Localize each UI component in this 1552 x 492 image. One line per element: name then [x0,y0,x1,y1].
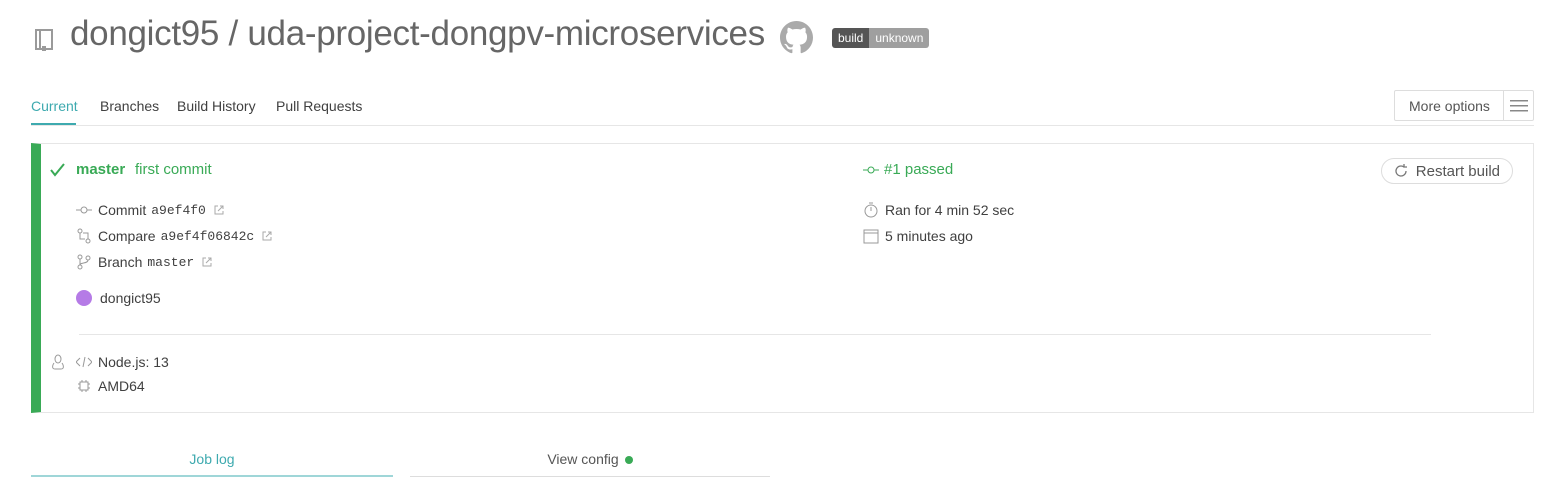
commit-icon [76,202,92,218]
language-text: Node.js: 13 [98,354,169,370]
tab-branches[interactable]: Branches [100,98,159,114]
job-log-label: Job log [189,451,235,467]
duration-row: Ran for 4 min 52 sec [863,202,1014,218]
tab-current[interactable]: Current [31,98,78,114]
cpu-icon [76,378,92,394]
build-number-status[interactable]: #1 passed [863,161,953,178]
status-dot [624,456,633,465]
tab-view-config[interactable]: View config [410,451,770,477]
compare-icon [76,228,92,244]
commit-message: first commit [135,161,212,178]
commit-icon [863,166,879,173]
author-name[interactable]: dongict95 [100,290,161,306]
repo-icon [33,28,55,52]
calendar-icon [863,228,879,244]
repo-tabs: Current Branches Build History Pull Requ… [31,90,1534,126]
branch-label: Branch [98,254,143,270]
more-options-label: More options [1409,97,1490,114]
compare-label: Compare [98,228,156,244]
code-icon [76,354,92,370]
author-row[interactable]: dongict95 [76,290,161,306]
branch-icon [76,254,92,270]
check-icon [49,162,65,183]
tab-pull-requests[interactable]: Pull Requests [276,98,362,114]
external-link-icon[interactable] [214,205,224,215]
badge-value: unknown [869,28,930,48]
more-options-button[interactable]: More options [1394,90,1534,121]
build-card: master first commit Commit a9ef4f0 Compa… [31,143,1534,413]
commit-label: Commit [98,202,147,218]
tab-job-log[interactable]: Job log [31,451,393,477]
branch-name[interactable]: master [76,161,125,178]
linux-icon [51,354,65,375]
build-status-badge[interactable]: build unknown [832,28,930,48]
restart-build-button[interactable]: Restart build [1380,158,1513,184]
compare-row[interactable]: Compare a9ef4f06842c [76,228,272,244]
finished-text: 5 minutes ago [885,228,973,244]
restart-build-label: Restart build [1415,162,1500,180]
stopwatch-icon [863,202,879,218]
branch-value[interactable]: master [147,255,194,270]
avatar [76,290,92,306]
compare-sha[interactable]: a9ef4f06842c [161,229,255,244]
finished-row: 5 minutes ago [863,228,973,244]
hamburger-icon [1503,91,1533,120]
arch-text: AMD64 [98,378,145,394]
restart-icon [1395,164,1407,177]
commit-sha[interactable]: a9ef4f0 [151,203,206,218]
external-link-icon[interactable] [262,231,272,241]
badge-label: build [832,28,870,48]
repo-title[interactable]: dongict95 / uda-project-dongpv-microserv… [70,14,765,54]
commit-row[interactable]: Commit a9ef4f0 [76,202,224,218]
divider [79,334,1431,335]
branch-row[interactable]: Branch master [76,254,212,270]
language-row: Node.js: 13 [76,354,169,370]
tab-build-history[interactable]: Build History [177,98,256,114]
duration-text: Ran for 4 min 52 sec [885,202,1015,218]
github-icon[interactable] [780,21,813,54]
external-link-icon[interactable] [202,257,212,267]
arch-row: AMD64 [76,378,145,394]
build-status-text: #1 passed [884,161,954,178]
active-tab-indicator [31,123,76,125]
view-config-label: View config [547,451,619,467]
